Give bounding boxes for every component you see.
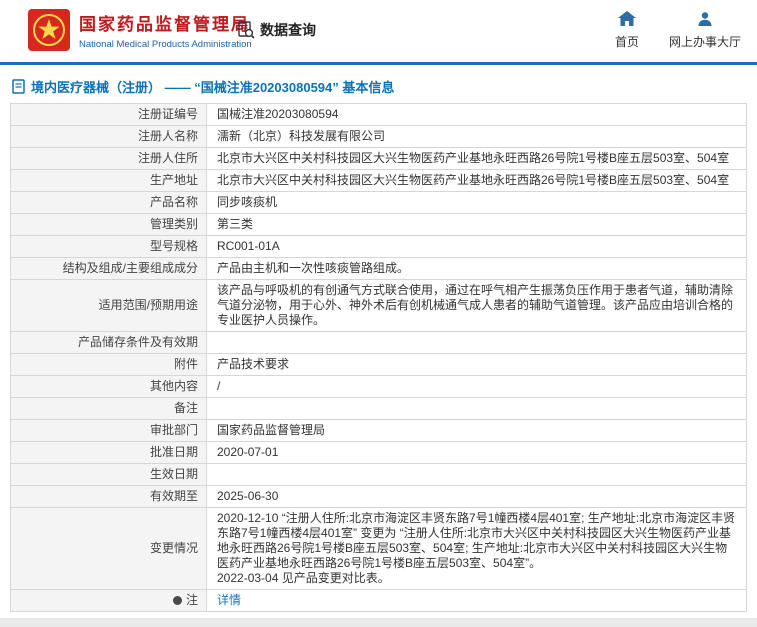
- nav-item-home[interactable]: 首页: [615, 11, 639, 50]
- row-value: 第三类: [206, 213, 747, 236]
- document-icon: [12, 79, 25, 94]
- row-value: [206, 397, 747, 420]
- row-value: /: [206, 375, 747, 398]
- table-row: 注册人住所 北京市大兴区中关村科技园区大兴生物医药产业基地永旺西路26号院1号楼…: [10, 147, 747, 170]
- footer-bar: [0, 618, 757, 627]
- row-label: 产品储存条件及有效期: [10, 331, 207, 354]
- table-row: 其他内容 /: [10, 375, 747, 398]
- header-divider: [0, 62, 757, 65]
- table-row: 生产地址 北京市大兴区中关村科技园区大兴生物医药产业基地永旺西路26号院1号楼B…: [10, 169, 747, 192]
- table-row: 有效期至 2025-06-30: [10, 485, 747, 508]
- details-link[interactable]: 详情: [217, 593, 241, 607]
- row-value: 濡新（北京）科技发展有限公司: [206, 125, 747, 148]
- data-query-label: 数据查询: [260, 22, 316, 38]
- row-value: 国械注准20203080594: [206, 103, 747, 126]
- row-label: 生效日期: [10, 463, 207, 486]
- row-value: 北京市大兴区中关村科技园区大兴生物医药产业基地永旺西路26号院1号楼B座五层50…: [206, 147, 747, 170]
- row-label-text: 注: [185, 593, 198, 607]
- row-value: [206, 463, 747, 486]
- note-dot-icon: [172, 596, 182, 605]
- registration-info-table: 注册证编号 国械注准20203080594 注册人名称 濡新（北京）科技发展有限…: [10, 103, 747, 612]
- row-label: 备注: [10, 397, 207, 420]
- row-value: 2020-07-01: [206, 441, 747, 464]
- row-label: 附件: [10, 353, 207, 376]
- row-value: 2025-06-30: [206, 485, 747, 508]
- org-name-block: 国家药品监督管理局 National Medical Products Admi…: [79, 10, 252, 50]
- row-label: 注: [10, 589, 207, 612]
- nav-home-label: 首页: [614, 35, 639, 49]
- table-row: 适用范围/预期用途 该产品与呼吸机的有创通气方式联合使用，通过在呼气相产生振荡负…: [10, 279, 747, 332]
- table-row: 型号规格 RC001-01A: [10, 235, 747, 258]
- row-value: 详情: [206, 589, 747, 612]
- row-label: 产品名称: [10, 191, 207, 214]
- nav-service-hall-label: 网上办事大厅: [668, 35, 741, 49]
- table-row: 审批部门 国家药品监督管理局: [10, 419, 747, 442]
- row-label: 审批部门: [10, 419, 207, 442]
- header-nav: 首页 网上办事大厅: [615, 11, 741, 50]
- table-row: 备注: [10, 397, 747, 420]
- row-label: 变更情况: [10, 507, 207, 590]
- table-row: 附件 产品技术要求: [10, 353, 747, 376]
- row-value: 产品由主机和一次性咳痰管路组成。: [206, 257, 747, 280]
- table-row: 批准日期 2020-07-01: [10, 441, 747, 464]
- header: 国家药品监督管理局 National Medical Products Admi…: [0, 0, 757, 62]
- table-row-note: 注 详情: [10, 589, 747, 612]
- row-label: 注册人名称: [10, 125, 207, 148]
- table-row: 注册证编号 国械注准20203080594: [10, 103, 747, 126]
- row-label: 注册人住所: [10, 147, 207, 170]
- data-query-button[interactable]: 数据查询: [237, 20, 316, 40]
- row-label: 有效期至: [10, 485, 207, 508]
- row-label: 生产地址: [10, 169, 207, 192]
- person-icon: [697, 11, 713, 28]
- table-row: 生效日期: [10, 463, 747, 486]
- table-row: 产品储存条件及有效期: [10, 331, 747, 354]
- row-label: 结构及组成/主要组成成分: [10, 257, 207, 280]
- row-label: 其他内容: [10, 375, 207, 398]
- nav-item-service-hall[interactable]: 网上办事大厅: [669, 11, 741, 50]
- row-label: 注册证编号: [10, 103, 207, 126]
- national-emblem-icon: [28, 9, 70, 51]
- row-label: 批准日期: [10, 441, 207, 464]
- page-title: 境内医疗器械（注册） —— “国械注准20203080594” 基本信息: [12, 77, 757, 96]
- row-value: 产品技术要求: [206, 353, 747, 376]
- row-value: 该产品与呼吸机的有创通气方式联合使用，通过在呼气相产生振荡负压作用于患者气道，辅…: [206, 279, 747, 332]
- row-value: 2020-12-10 “注册人住所:北京市海淀区丰贤东路7号1幢西楼4层401室…: [206, 507, 747, 590]
- row-label: 型号规格: [10, 235, 207, 258]
- row-label: 管理类别: [10, 213, 207, 236]
- page-title-text: 境内医疗器械（注册） —— “国械注准20203080594” 基本信息: [31, 80, 395, 95]
- org-name-en: National Medical Products Administration: [79, 39, 252, 50]
- row-value: RC001-01A: [206, 235, 747, 258]
- row-value: 国家药品监督管理局: [206, 419, 747, 442]
- table-row: 产品名称 同步咳痰机: [10, 191, 747, 214]
- home-icon: [617, 11, 636, 28]
- row-value: [206, 331, 747, 354]
- table-row: 结构及组成/主要组成成分 产品由主机和一次性咳痰管路组成。: [10, 257, 747, 280]
- table-row: 管理类别 第三类: [10, 213, 747, 236]
- row-value: 同步咳痰机: [206, 191, 747, 214]
- row-value: 北京市大兴区中关村科技园区大兴生物医药产业基地永旺西路26号院1号楼B座五层50…: [206, 169, 747, 192]
- org-name-cn: 国家药品监督管理局: [79, 15, 250, 34]
- table-row-change-history: 变更情况 2020-12-10 “注册人住所:北京市海淀区丰贤东路7号1幢西楼4…: [10, 507, 747, 590]
- document-magnifier-icon: [237, 21, 255, 39]
- table-row: 注册人名称 濡新（北京）科技发展有限公司: [10, 125, 747, 148]
- row-label: 适用范围/预期用途: [10, 279, 207, 332]
- brand: 国家药品监督管理局 National Medical Products Admi…: [28, 9, 252, 51]
